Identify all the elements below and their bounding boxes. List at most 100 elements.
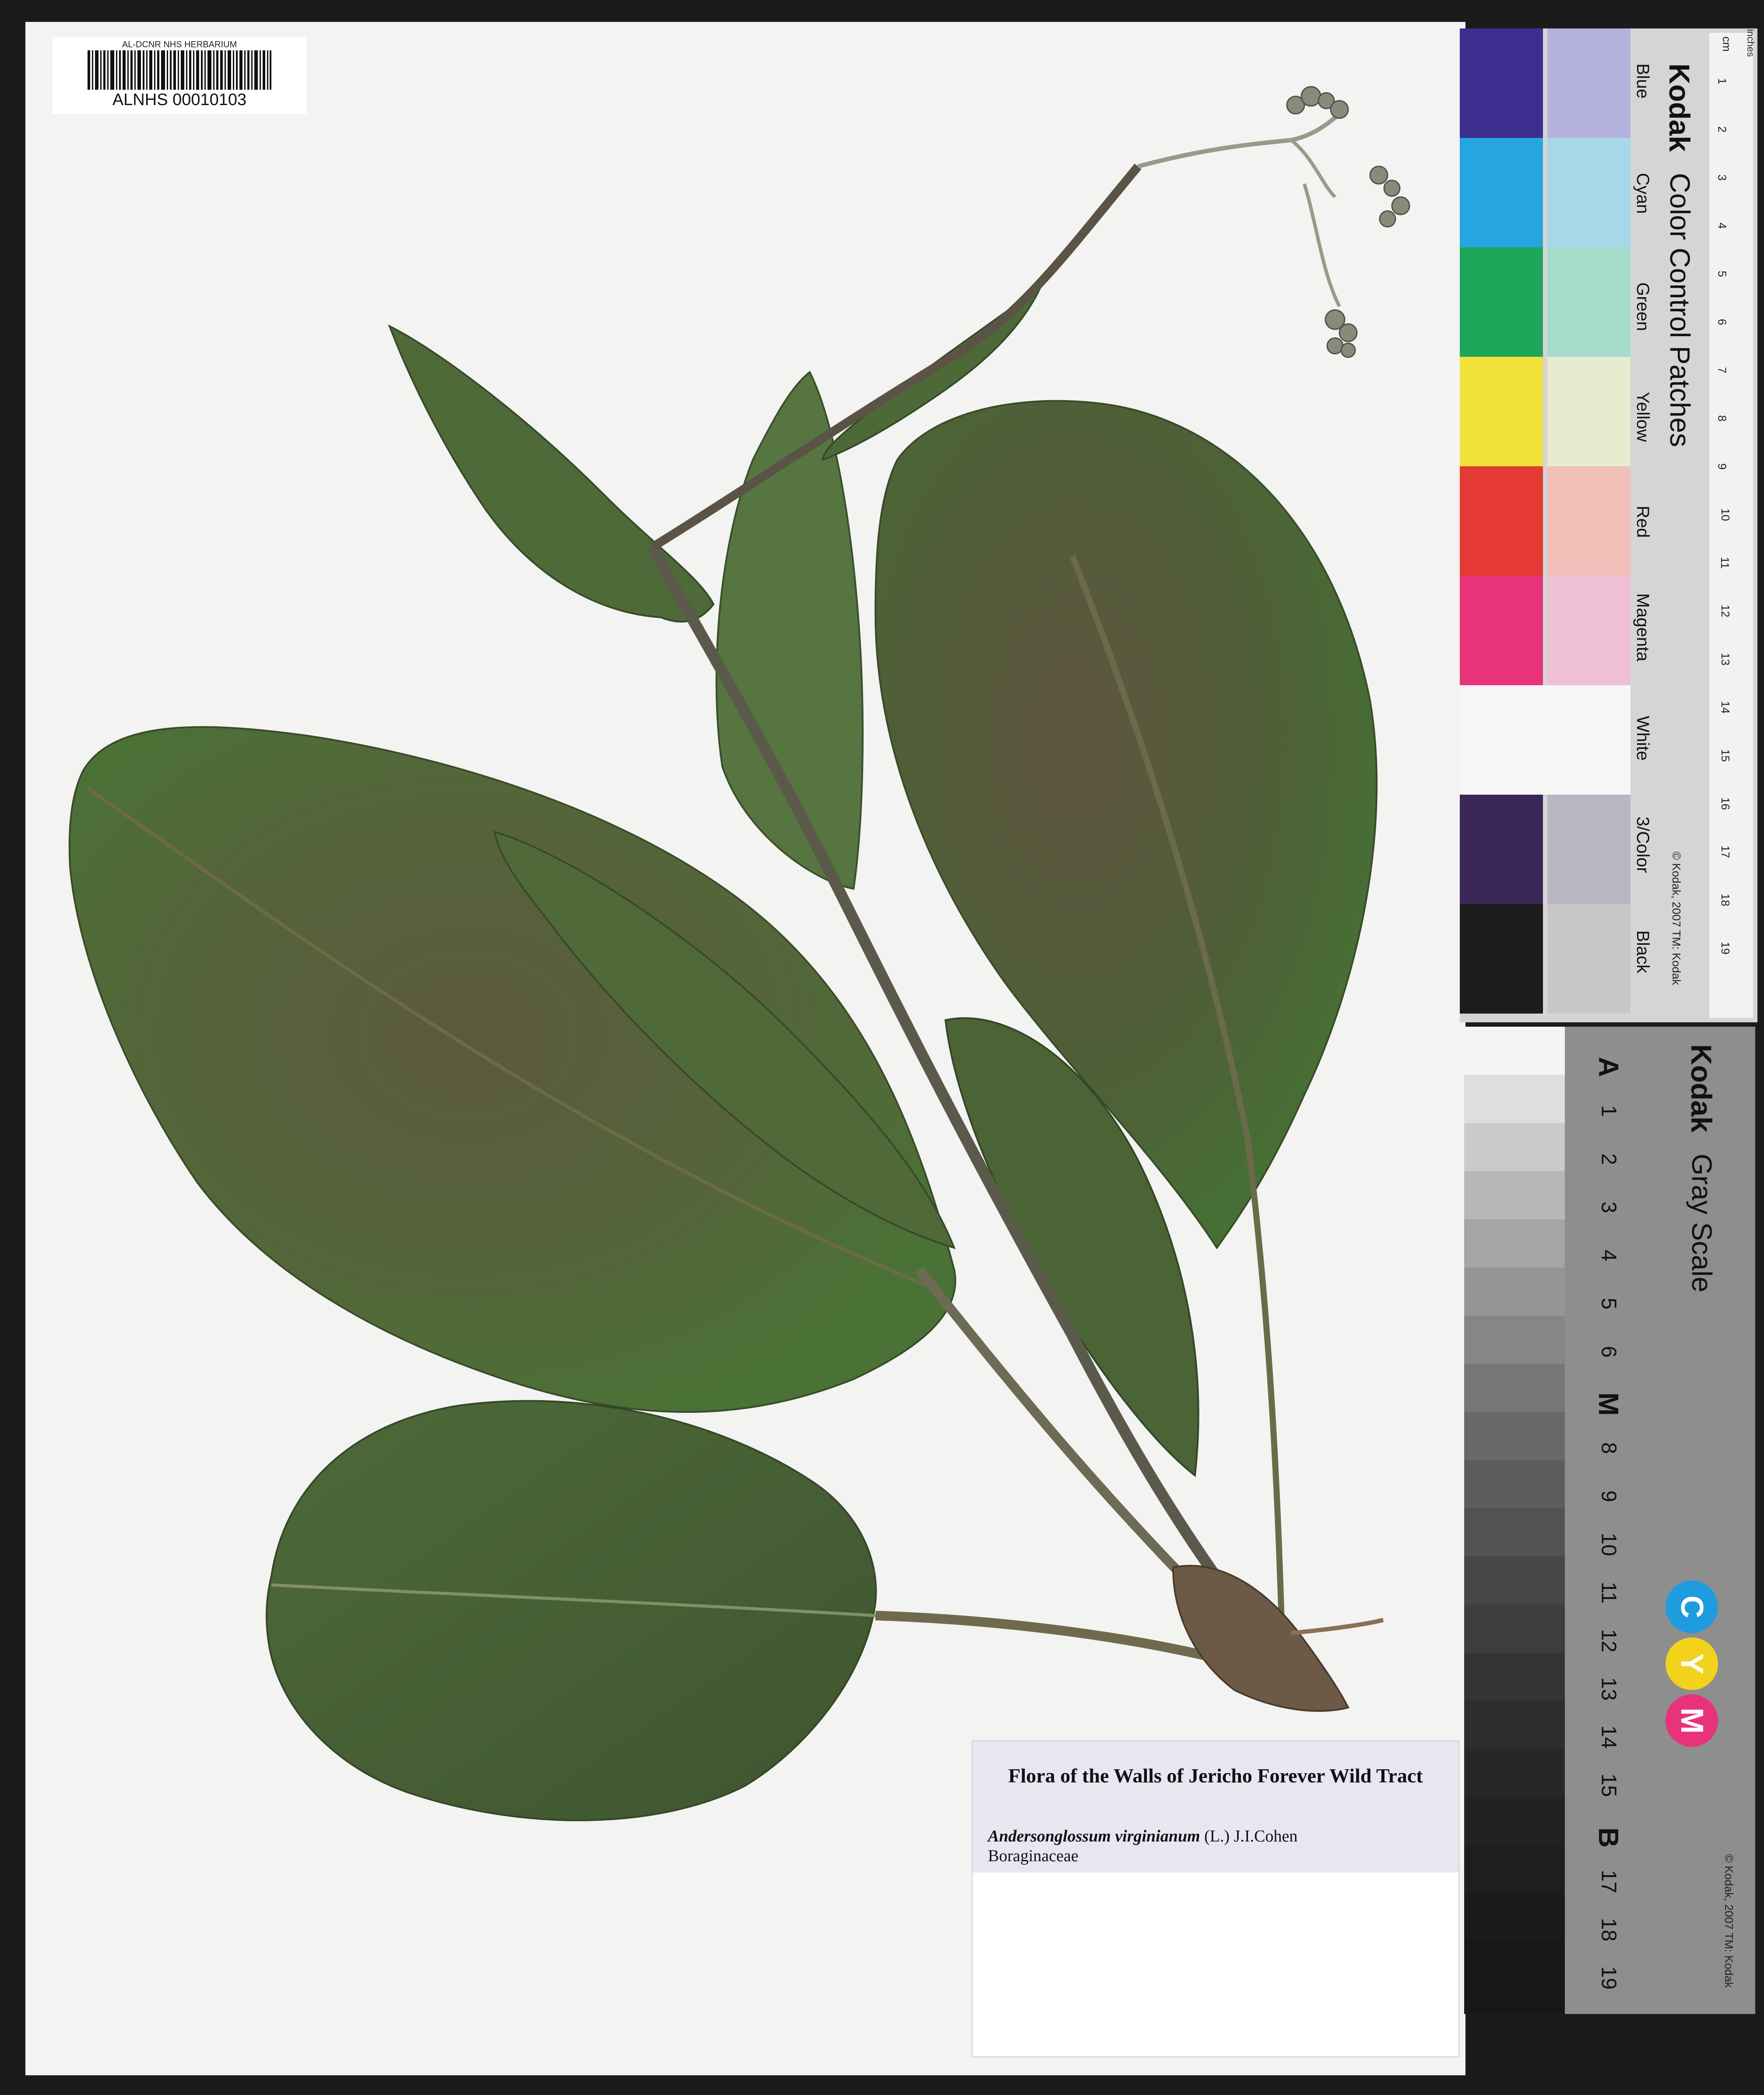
gray-step-label: 2 [1597, 1153, 1620, 1165]
taxon-authority: (L.) J.I.Cohen [1204, 1827, 1298, 1845]
gray-step-label: M [1593, 1392, 1624, 1416]
gray-step-label: 3 [1597, 1201, 1620, 1213]
gray-step-label: 5 [1597, 1298, 1620, 1310]
gray-step-label: 11 [1597, 1581, 1620, 1604]
ruler-number: 2 [1715, 126, 1729, 133]
ruler-number: 19 [1718, 942, 1732, 954]
gray-step [1464, 1171, 1565, 1219]
ruler-number: 15 [1718, 749, 1732, 762]
patch-green [1460, 247, 1543, 357]
family-name: Boraginaceae [988, 1847, 1079, 1865]
gray-step [1464, 1749, 1565, 1797]
gray-card-brand: Kodak [1685, 1044, 1718, 1133]
ruler-number: 5 [1715, 271, 1729, 277]
patch-label-cyan: Cyan [1633, 173, 1652, 214]
ruler-unit-inches: inches [1745, 29, 1756, 57]
gray-step-label: 12 [1597, 1629, 1620, 1653]
gray-step-label: 17 [1597, 1870, 1620, 1894]
ruler-number: 6 [1715, 319, 1729, 325]
ruler-number: 11 [1718, 557, 1732, 569]
gray-step [1464, 1123, 1565, 1171]
patch-white [1460, 685, 1630, 795]
color-card-title: Color Control Patches [1664, 173, 1696, 447]
ruler-number: 18 [1718, 894, 1732, 906]
color-card-ruler: cm inches 1 2 3 4 5 6 7 8 9 10 11 12 13 … [1709, 29, 1756, 1018]
patch-green-tint [1547, 247, 1630, 357]
gray-step-label: 6 [1597, 1346, 1620, 1358]
gray-step-label: A [1593, 1056, 1624, 1077]
gray-step [1464, 1027, 1565, 1075]
gray-step-label: 10 [1597, 1532, 1620, 1556]
patch-red [1460, 466, 1543, 576]
gray-step-label: 4 [1597, 1250, 1620, 1261]
gray-scale-card: A 1 2 3 4 5 6 M 8 9 10 11 12 13 14 15 B … [1464, 1027, 1755, 2014]
gray-step-label: 13 [1597, 1677, 1620, 1701]
cmy-magenta-dot: M [1666, 1694, 1718, 1747]
patch-label-magenta: Magenta [1633, 593, 1652, 662]
ruler-number: 8 [1715, 415, 1729, 422]
patch-label-yellow: Yellow [1633, 392, 1652, 442]
ruler-number: 1 [1715, 78, 1729, 85]
gray-step [1464, 1364, 1565, 1412]
ruler-number: 7 [1715, 367, 1729, 373]
gray-step [1464, 1701, 1565, 1749]
gray-step-label: 15 [1597, 1773, 1620, 1797]
scientific-name: Andersonglossum virginianum [988, 1827, 1200, 1845]
patch-label-black: Black [1633, 930, 1652, 973]
gray-step [1464, 1797, 1565, 1845]
ruler-number: 12 [1718, 605, 1732, 617]
patch-cyan [1460, 138, 1543, 247]
patch-label-3color: 3/Color [1633, 817, 1652, 873]
gray-step [1464, 1075, 1565, 1123]
gray-step [1464, 1845, 1565, 1894]
gray-step-label: 14 [1597, 1725, 1620, 1749]
patch-cyan-tint [1547, 138, 1630, 247]
patch-3color [1460, 795, 1543, 904]
ruler-number: 16 [1718, 797, 1732, 810]
patch-3color-tint [1547, 795, 1630, 904]
patch-label-white: White [1633, 716, 1652, 761]
gray-card-title: Gray Scale [1686, 1154, 1718, 1292]
gray-step-label: 8 [1597, 1442, 1620, 1454]
gray-step [1464, 1268, 1565, 1316]
patch-magenta [1460, 576, 1543, 685]
patch-yellow [1460, 357, 1543, 466]
gray-step [1464, 1894, 1565, 1942]
flower-clusters [1286, 86, 1410, 358]
gray-step [1464, 1316, 1565, 1364]
patch-red-tint [1547, 466, 1630, 576]
gray-step [1464, 1605, 1565, 1653]
patch-label-blue: Blue [1633, 63, 1652, 99]
gray-step [1464, 1653, 1565, 1701]
patch-yellow-tint [1547, 357, 1630, 466]
ruler-number: 4 [1715, 222, 1729, 229]
ruler-number: 10 [1718, 508, 1732, 521]
ruler-number: 9 [1715, 463, 1729, 470]
taxon-line: Andersonglossum virginianum (L.) J.I.Coh… [988, 1827, 1297, 1846]
ruler-unit-cm: cm [1720, 36, 1733, 52]
gray-card-copyright: © Kodak, 2007 TM: Kodak [1722, 1854, 1736, 1988]
ruler-number: 13 [1718, 653, 1732, 665]
ruler-number: 3 [1715, 174, 1729, 181]
patch-black-tint [1547, 904, 1630, 1014]
gray-step [1464, 1412, 1565, 1460]
color-card-brand: Kodak [1663, 63, 1696, 152]
patch-label-green: Green [1633, 282, 1652, 331]
gray-step [1464, 1942, 1565, 2014]
patch-black [1460, 904, 1543, 1014]
ruler-number: 14 [1718, 701, 1732, 714]
gray-step-label: 18 [1597, 1918, 1620, 1942]
gray-step-label: 19 [1597, 1966, 1620, 1990]
herbarium-label: Flora of the Walls of Jericho Forever Wi… [972, 1740, 1459, 2057]
gray-step [1464, 1460, 1565, 1508]
gray-step [1464, 1508, 1565, 1556]
cmy-cyan-dot: C [1666, 1581, 1718, 1633]
patch-blue-tint [1547, 28, 1630, 138]
gray-step-label: B [1593, 1827, 1624, 1848]
color-card-copyright: © Kodak, 2007 TM: Kodak [1670, 852, 1683, 985]
patch-magenta-tint [1547, 576, 1630, 685]
gray-step-label: 1 [1597, 1105, 1620, 1117]
gray-step [1464, 1219, 1565, 1268]
patch-blue [1460, 28, 1543, 138]
gray-step [1464, 1556, 1565, 1605]
